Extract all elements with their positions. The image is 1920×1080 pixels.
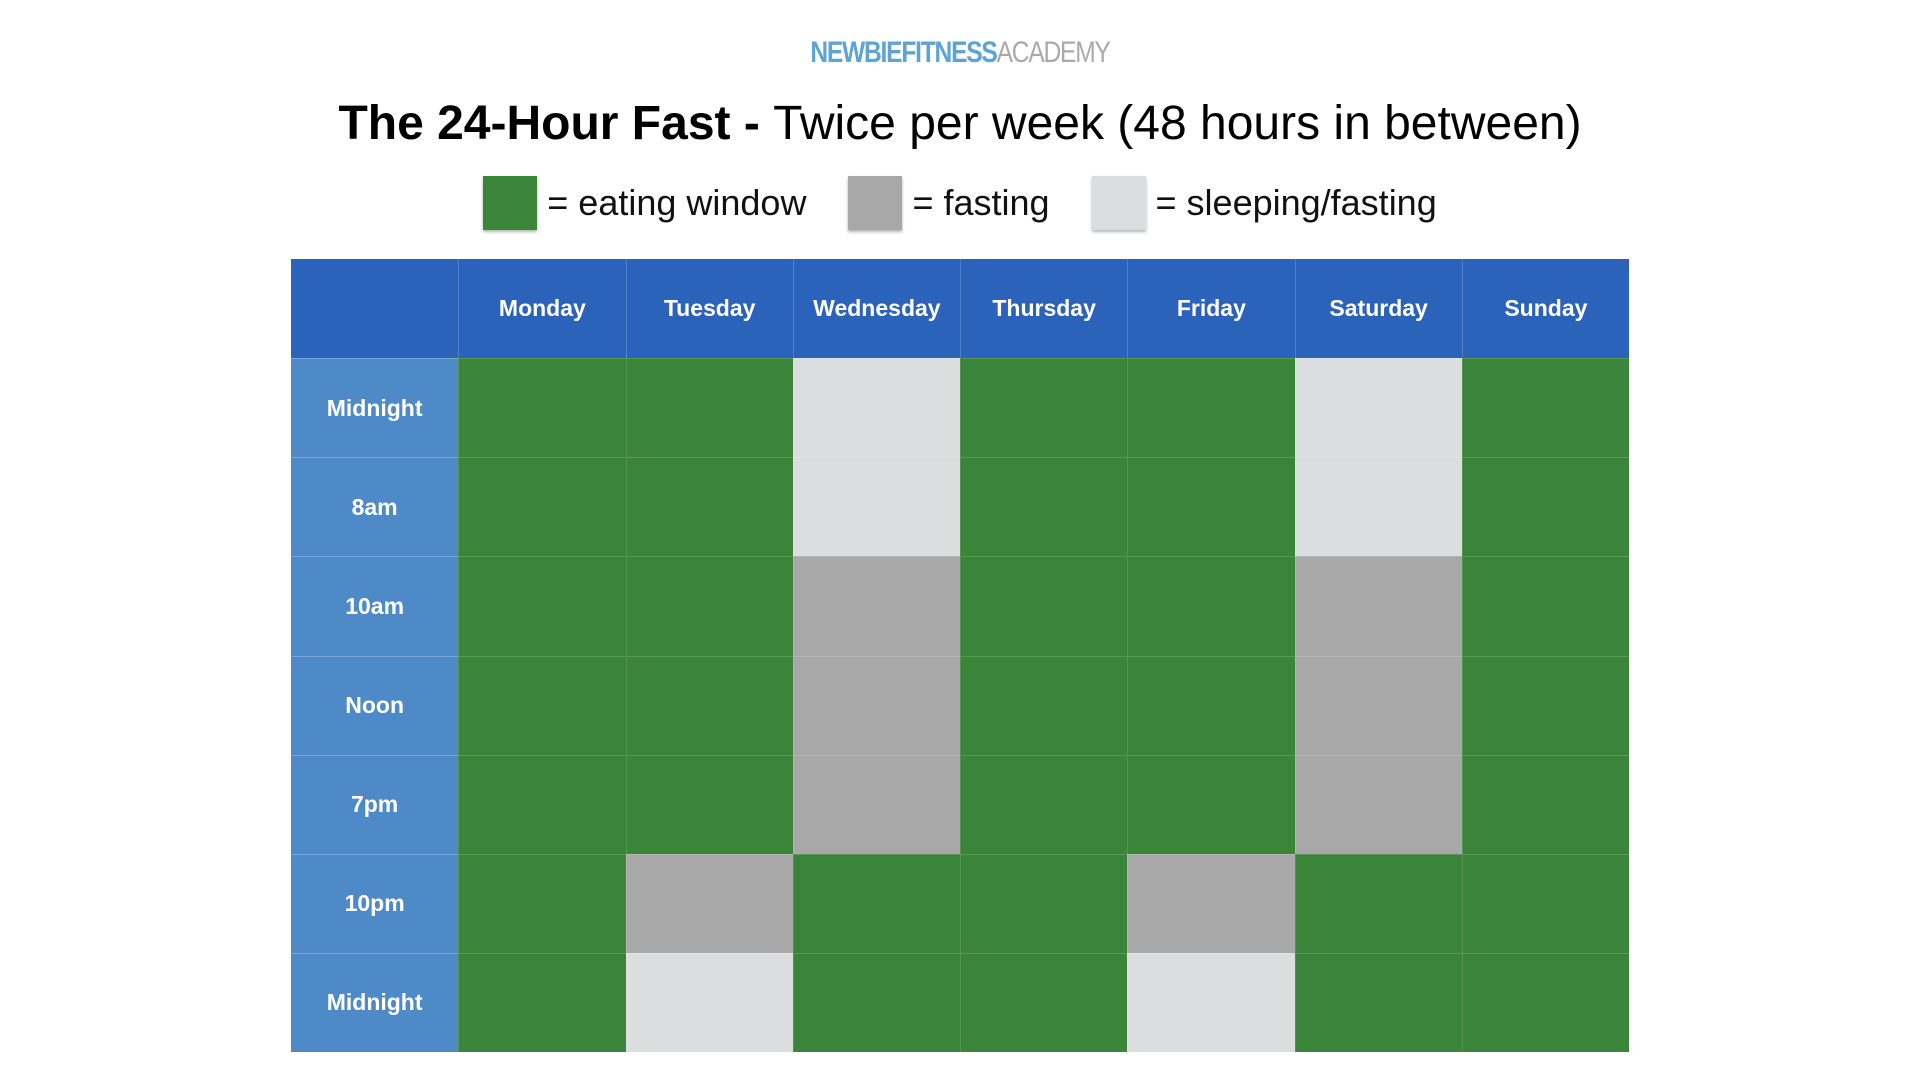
cell-eat-saturday-midnight	[1294, 952, 1462, 1052]
cell-eat-sunday-10am	[1461, 556, 1629, 656]
cell-eat-friday-10am	[1127, 556, 1295, 656]
cell-eat-tuesday-10am	[625, 556, 793, 656]
legend-label-fast: = fasting	[912, 182, 1050, 223]
legend-label-eat: = eating window	[547, 182, 807, 223]
cell-eat-monday-noon	[458, 655, 626, 755]
cell-eat-wednesday-midnight	[792, 952, 960, 1052]
cell-eat-monday-midnight	[458, 952, 626, 1052]
legend-swatch-eat	[483, 176, 538, 230]
column-header-monday: Monday	[458, 259, 626, 359]
row-header-midnight: Midnight	[291, 952, 459, 1052]
cell-eat-sunday-7pm	[1461, 754, 1629, 854]
column-header-wednesday: Wednesday	[792, 259, 960, 359]
cell-sleep-wednesday-8am	[792, 457, 960, 557]
cell-eat-sunday-midnight	[1461, 358, 1629, 458]
cell-eat-sunday-midnight	[1461, 952, 1629, 1052]
cell-fast-friday-10pm	[1127, 853, 1295, 953]
brand-part-2: ACADEMY	[996, 36, 1111, 69]
legend-swatch-sleep	[1091, 176, 1146, 230]
cell-fast-wednesday-10am	[792, 556, 960, 656]
cell-eat-tuesday-midnight	[625, 358, 793, 458]
row-header-midnight: Midnight	[291, 358, 459, 458]
cell-eat-thursday-10pm	[960, 853, 1128, 953]
column-header-tuesday: Tuesday	[625, 259, 793, 359]
cell-sleep-saturday-8am	[1294, 457, 1462, 557]
row-header-7pm: 7pm	[291, 754, 459, 854]
title-subtitle: Twice per week (48 hours in between)	[773, 97, 1582, 150]
page-title: The 24-Hour Fast - Twice per week (48 ho…	[0, 96, 1920, 151]
cell-eat-friday-8am	[1127, 457, 1295, 557]
cell-eat-thursday-7pm	[960, 754, 1128, 854]
cell-eat-thursday-10am	[960, 556, 1128, 656]
cell-eat-monday-10am	[458, 556, 626, 656]
cell-eat-tuesday-noon	[625, 655, 793, 755]
cell-sleep-wednesday-midnight	[792, 358, 960, 458]
cell-eat-tuesday-8am	[625, 457, 793, 557]
cell-eat-friday-midnight	[1127, 358, 1295, 458]
cell-sleep-saturday-midnight	[1294, 358, 1462, 458]
cell-eat-thursday-midnight	[960, 952, 1128, 1052]
header-corner	[291, 259, 459, 359]
legend-swatch-fast	[848, 176, 903, 230]
schedule-grid: Monday Tuesday Wednesday Thursday Friday Satu…	[291, 259, 1629, 1052]
column-header-saturday: Saturday	[1294, 259, 1462, 359]
brand-part-1: NEWBIEFITNESS	[810, 36, 998, 69]
cell-eat-monday-7pm	[458, 754, 626, 854]
cell-eat-wednesday-10pm	[792, 853, 960, 953]
cell-fast-saturday-noon	[1294, 655, 1462, 755]
cell-eat-monday-10pm	[458, 853, 626, 953]
row-header-10am: 10am	[291, 556, 459, 656]
cell-fast-saturday-7pm	[1294, 754, 1462, 854]
legend-item-fast: = fasting	[848, 176, 1050, 230]
title-bold: The 24-Hour Fast -	[338, 97, 774, 150]
column-header-sunday: Sunday	[1461, 259, 1629, 359]
legend-item-eat: = eating window	[483, 176, 806, 230]
column-header-thursday: Thursday	[960, 259, 1128, 359]
cell-eat-monday-8am	[458, 457, 626, 557]
cell-fast-saturday-10am	[1294, 556, 1462, 656]
cell-eat-sunday-10pm	[1461, 853, 1629, 953]
cell-eat-thursday-midnight	[960, 358, 1128, 458]
cell-sleep-tuesday-midnight	[625, 952, 793, 1052]
cell-eat-monday-midnight	[458, 358, 626, 458]
legend-item-sleep: = sleeping/fasting	[1091, 176, 1437, 230]
row-header-noon: Noon	[291, 655, 459, 755]
cell-eat-saturday-10pm	[1294, 853, 1462, 953]
brand-logo: NEWBIEFITNESSACADEMY	[173, 36, 1747, 70]
cell-sleep-friday-midnight	[1127, 952, 1295, 1052]
cell-fast-tuesday-10pm	[625, 853, 793, 953]
column-header-friday: Friday	[1127, 259, 1295, 359]
row-header-10pm: 10pm	[291, 853, 459, 953]
cell-fast-wednesday-noon	[792, 655, 960, 755]
row-header-8am: 8am	[291, 457, 459, 557]
cell-eat-sunday-8am	[1461, 457, 1629, 557]
legend: = eating window = fasting = sleeping/fasti…	[0, 176, 1920, 230]
cell-eat-sunday-noon	[1461, 655, 1629, 755]
cell-eat-friday-noon	[1127, 655, 1295, 755]
cell-eat-tuesday-7pm	[625, 754, 793, 854]
cell-fast-wednesday-7pm	[792, 754, 960, 854]
legend-label-sleep: = sleeping/fasting	[1155, 182, 1437, 223]
cell-eat-thursday-noon	[960, 655, 1128, 755]
cell-eat-friday-7pm	[1127, 754, 1295, 854]
cell-eat-thursday-8am	[960, 457, 1128, 557]
